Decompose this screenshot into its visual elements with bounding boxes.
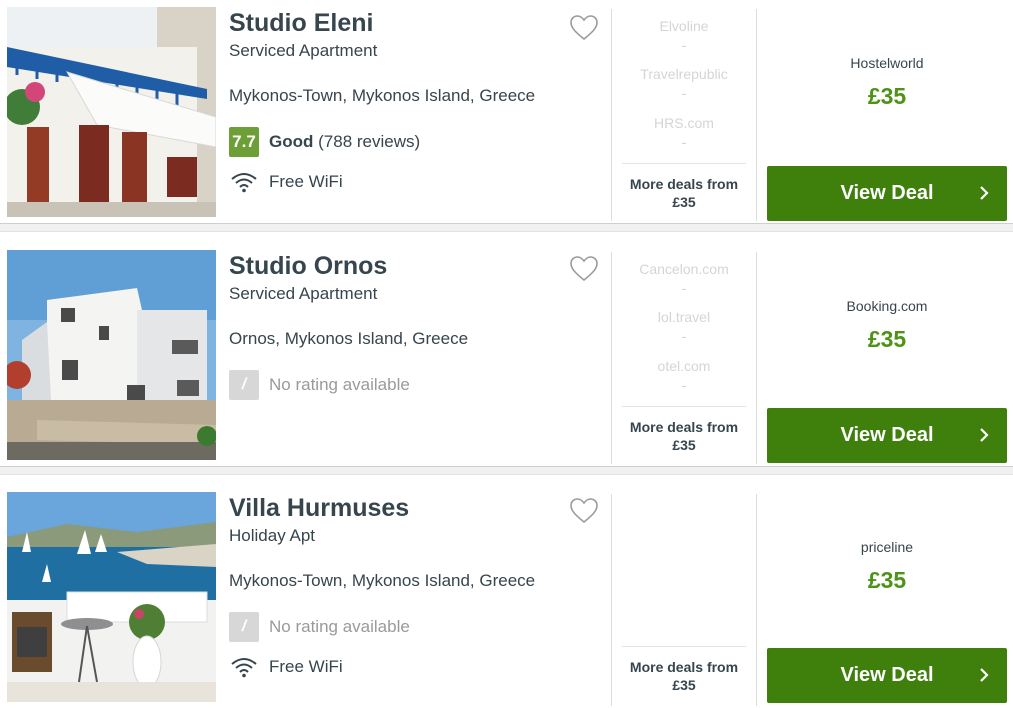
deal-price: £35 <box>867 567 907 593</box>
other-deal[interactable]: HRS.com - <box>622 115 746 150</box>
hotel-card: Villa Hurmuses Holiday Apt Mykonos-Town,… <box>0 485 1013 708</box>
card-separator <box>0 223 1013 232</box>
deal-price: £35 <box>867 326 907 352</box>
hotel-photo-image <box>7 492 216 702</box>
rating-text: No rating available <box>269 617 410 636</box>
wifi-icon <box>231 658 257 678</box>
hotel-name[interactable]: Villa Hurmuses <box>229 494 409 523</box>
wifi-icon <box>231 173 257 193</box>
property-type: Holiday Apt <box>229 526 315 545</box>
other-deal[interactable]: otel.com - <box>622 358 746 393</box>
hotel-photo[interactable] <box>7 492 216 702</box>
amenity-wifi: Free WiFi <box>229 169 343 195</box>
column-divider <box>611 494 612 706</box>
view-deal-button[interactable]: View Deal <box>767 648 1007 703</box>
view-deal-label: View Deal <box>840 664 934 686</box>
hotel-card: Studio Ornos Serviced Apartment Ornos, M… <box>0 243 1013 475</box>
other-deal-site: otel.com <box>657 358 711 374</box>
rating-word: Good <box>269 132 314 151</box>
rating-score-badge: / <box>229 370 259 400</box>
rating-score-badge: / <box>229 612 259 642</box>
heart-icon[interactable] <box>569 14 599 42</box>
hotel-results-list: Studio Eleni Serviced Apartment Mykonos-… <box>0 0 1013 708</box>
deal-provider: priceline <box>860 539 914 555</box>
other-deal[interactable]: lol.travel - <box>622 309 746 344</box>
rating-score-badge: 7.7 <box>229 127 259 157</box>
hotel-photo[interactable] <box>7 7 216 217</box>
view-deal-label: View Deal <box>840 182 934 204</box>
other-deal[interactable]: Cancelon.com - <box>622 261 746 296</box>
other-deal-price: - <box>681 134 687 150</box>
column-divider <box>611 252 612 464</box>
view-deal-button[interactable]: View Deal <box>767 166 1007 221</box>
hotel-location: Ornos, Mykonos Island, Greece <box>229 329 469 348</box>
other-deal-site: Travelrepublic <box>640 66 728 82</box>
other-deal-site: HRS.com <box>654 115 714 131</box>
more-deals-link[interactable]: More deals from £35 <box>622 163 746 211</box>
hotel-location: Mykonos-Town, Mykonos Island, Greece <box>229 86 536 105</box>
hotel-photo-image <box>7 250 216 460</box>
rating-summary: / No rating available <box>229 612 410 642</box>
more-deals-link[interactable]: More deals from £35 <box>622 646 746 694</box>
column-divider <box>611 9 612 221</box>
hotel-photo[interactable] <box>7 250 216 460</box>
amenity-label: Free WiFi <box>269 172 343 191</box>
heart-icon[interactable] <box>569 497 599 525</box>
view-deal-button[interactable]: View Deal <box>767 408 1007 463</box>
chevron-right-icon <box>980 668 989 682</box>
amenity-label: Free WiFi <box>269 657 343 676</box>
hotel-name[interactable]: Studio Eleni <box>229 9 373 38</box>
rating-text: Good (788 reviews) <box>269 132 420 152</box>
other-deal-site: Cancelon.com <box>639 261 729 277</box>
chevron-right-icon <box>980 428 989 442</box>
hotel-name[interactable]: Studio Ornos <box>229 252 387 281</box>
chevron-right-icon <box>980 186 989 200</box>
column-divider <box>756 9 757 221</box>
hotel-location: Mykonos-Town, Mykonos Island, Greece <box>229 571 536 590</box>
deal-provider: Booking.com <box>846 298 928 314</box>
hotel-photo-image <box>7 7 216 217</box>
card-separator <box>0 466 1013 475</box>
other-deal-price: - <box>681 328 687 344</box>
rating-summary: / No rating available <box>229 370 410 400</box>
other-deal[interactable]: Elvoline - <box>622 18 746 53</box>
column-divider <box>756 252 757 464</box>
more-deals-link[interactable]: More deals from £35 <box>622 406 746 454</box>
deal-provider: Hostelworld <box>850 55 924 71</box>
deal-price: £35 <box>867 83 907 109</box>
view-deal-label: View Deal <box>840 424 934 446</box>
column-divider <box>756 494 757 706</box>
rating-summary[interactable]: 7.7 Good (788 reviews) <box>229 127 420 157</box>
other-deal-price: - <box>681 280 687 296</box>
property-type: Serviced Apartment <box>229 284 378 303</box>
property-type: Serviced Apartment <box>229 41 378 60</box>
review-count: (788 reviews) <box>318 132 421 151</box>
other-deal-site: Elvoline <box>659 18 709 34</box>
other-deal-site: lol.travel <box>657 309 711 325</box>
heart-icon[interactable] <box>569 255 599 283</box>
amenity-wifi: Free WiFi <box>229 654 343 680</box>
other-deal-price: - <box>681 85 687 101</box>
other-deal-price: - <box>681 37 687 53</box>
other-deal[interactable]: Travelrepublic - <box>622 66 746 101</box>
other-deal-price: - <box>681 377 687 393</box>
hotel-card: Studio Eleni Serviced Apartment Mykonos-… <box>0 0 1013 232</box>
rating-text: No rating available <box>269 375 410 394</box>
